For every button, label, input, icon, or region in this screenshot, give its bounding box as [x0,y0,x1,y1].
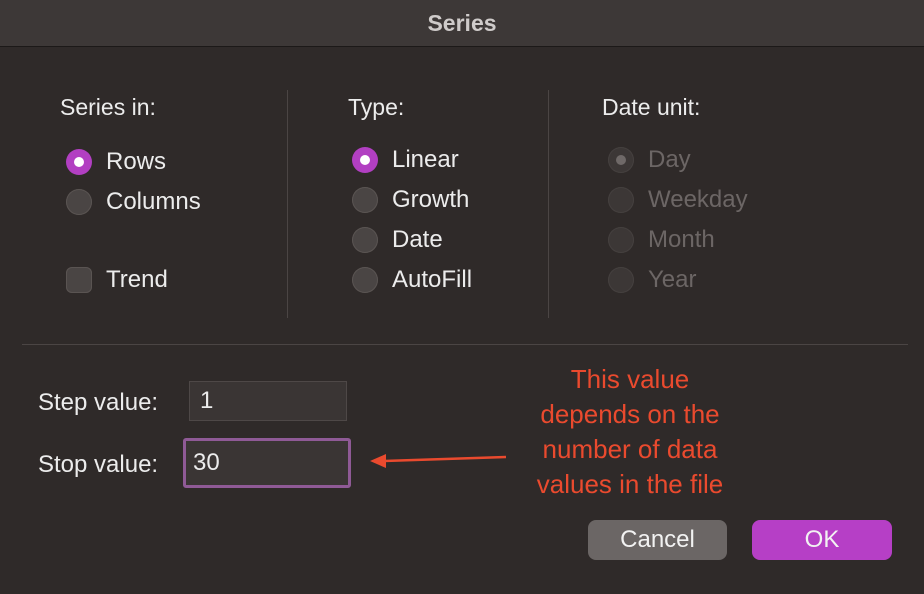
cancel-button[interactable]: Cancel [588,520,727,560]
type-title: Type: [348,94,405,120]
radio-linear[interactable]: Linear [352,146,459,174]
annotation-line: This value [570,364,690,394]
radio-month-label: Month [648,226,715,253]
radio-button-selected[interactable] [352,147,378,173]
radio-day[interactable]: Day [608,146,691,174]
dialog-title: Series [0,0,924,47]
radio-button-selected[interactable] [66,149,92,175]
stop-value-input[interactable] [183,438,351,488]
radio-rows-label: Rows [106,148,167,175]
series-in-title: Series in: [60,94,156,120]
radio-autofill[interactable]: AutoFill [352,266,472,294]
radio-growth[interactable]: Growth [352,186,469,214]
step-value-label: Step value: [38,389,159,416]
radio-linear-label: Linear [392,146,459,173]
annotation-line: values in the file [536,469,724,499]
radio-weekday-label: Weekday [648,186,748,213]
radio-date-label: Date [392,226,443,253]
annotation-line: number of data [542,434,718,464]
radio-rows[interactable]: Rows [66,148,166,176]
checkbox[interactable] [66,267,92,293]
annotation-line: depends on the [540,399,720,429]
radio-button[interactable] [352,227,378,253]
checkbox-trend[interactable]: Trend [66,266,168,294]
radio-weekday[interactable]: Weekday [608,186,748,214]
radio-date[interactable]: Date [352,226,443,254]
stop-value-label: Stop value: [38,451,159,478]
group-divider [548,90,549,318]
radio-button[interactable] [352,187,378,213]
checkbox-trend-label: Trend [106,266,168,293]
annotation-arrow-icon [370,454,507,468]
radio-button[interactable] [352,267,378,293]
group-divider [287,90,288,318]
radio-day-label: Day [648,146,691,173]
radio-columns-label: Columns [106,188,201,215]
step-value-input[interactable] [189,381,347,421]
radio-button-selected[interactable] [608,147,634,173]
radio-autofill-label: AutoFill [392,266,473,293]
radio-growth-label: Growth [392,186,470,213]
radio-button[interactable] [608,187,634,213]
ok-button[interactable]: OK [752,520,892,560]
radio-month[interactable]: Month [608,226,715,254]
radio-button[interactable] [608,267,634,293]
section-divider [22,344,908,345]
date-unit-title: Date unit: [602,94,701,120]
radio-year-label: Year [648,266,697,293]
radio-button[interactable] [608,227,634,253]
annotation-note: This value depends on the number of data… [500,362,760,502]
radio-button[interactable] [66,189,92,215]
radio-year[interactable]: Year [608,266,697,294]
radio-columns[interactable]: Columns [66,188,201,216]
